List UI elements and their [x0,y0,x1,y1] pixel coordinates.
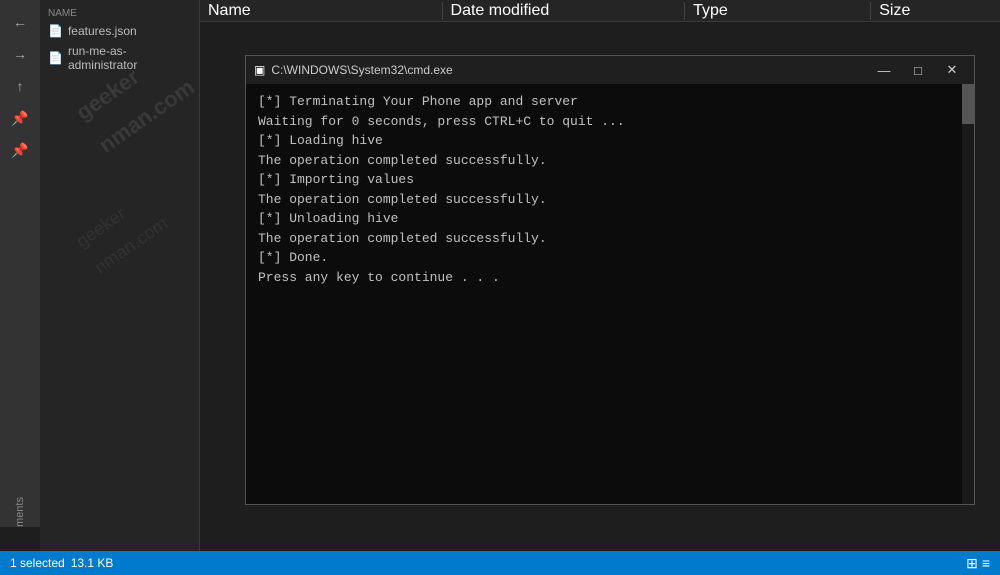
status-right: ⊞ ≡ [966,555,990,572]
cmd-maximize-button[interactable]: □ [904,60,932,80]
file-icon-run: 📄 [48,51,63,65]
cmd-line-5: The operation completed successfully. [258,151,962,171]
sidebar-name-header: Name [40,0,199,21]
left-sidebar: Name 📄 features.json 📄 run-me-as-adminis… [40,0,200,551]
status-bar: 1 selected 13.1 KB ⊞ ≡ [0,551,1000,575]
col-header-date: Date modified [443,2,686,20]
filename-features: features.json [68,24,137,38]
nav-forward-icon[interactable]: → [6,40,34,68]
cmd-line-4: [*] Loading hive [258,131,962,151]
sidebar-item-run[interactable]: 📄 run-me-as-administrator [40,41,199,75]
cmd-line-7: [*] Importing values [258,170,962,190]
left-nav: ← → ↑ 📌 📌 ments [0,0,40,527]
cmd-title-text: C:\WINDOWS\System32\cmd.exe [271,63,864,77]
explorer-body: geekernman.com geekernman.com Name 📄 fea… [40,0,1000,551]
col-header-type: Type [685,2,871,20]
status-left: 1 selected 13.1 KB [10,556,113,570]
nav-ments-label: ments [14,489,26,527]
filename-run: run-me-as-administrator [68,44,191,72]
cmd-line-10: [*] Unloading hive [258,209,962,229]
cmd-content: [*] Terminating Your Phone app and serve… [246,84,974,504]
nav-up-icon[interactable]: ↑ [6,72,34,100]
col-header-name: Name [200,2,443,20]
cmd-titlebar: ▣ C:\WINDOWS\System32\cmd.exe — □ ✕ [246,56,974,84]
status-size-text: 13.1 KB [71,556,114,570]
cmd-line-13: [*] Done. [258,248,962,268]
cmd-line-8: The operation completed successfully. [258,190,962,210]
nav-pin-icon[interactable]: 📌 [6,104,34,132]
main-area: ← → ↑ 📌 📌 ments geekernman.com geekernma… [0,0,1000,551]
cmd-scrollbar[interactable] [962,84,974,504]
cmd-app-icon: ▣ [254,63,265,77]
cmd-line-2: Waiting for 0 seconds, press CTRL+C to q… [258,112,962,132]
nav-pin2-icon[interactable]: 📌 [6,136,34,164]
cmd-close-button[interactable]: ✕ [938,60,966,80]
sidebar-item-features[interactable]: 📄 features.json [40,21,199,41]
file-icon-features: 📄 [48,24,63,38]
cmd-window: ▣ C:\WINDOWS\System32\cmd.exe — □ ✕ [*] … [245,55,975,505]
nav-back-icon[interactable]: ← [6,8,34,36]
status-selected-text: 1 selected [10,556,65,570]
column-headers: Name Date modified Type Size [200,0,1000,22]
col-header-size: Size [871,2,1000,20]
cmd-line-0: [*] Terminating Your Phone app and serve… [258,92,962,112]
cmd-line-11: The operation completed successfully. [258,229,962,249]
status-grid-icon[interactable]: ⊞ [966,555,978,572]
cmd-scrollbar-thumb[interactable] [962,84,974,124]
status-list-icon[interactable]: ≡ [982,555,990,571]
cmd-line-14: Press any key to continue . . . [258,268,962,288]
inner-layout: geekernman.com geekernman.com Name 📄 fea… [40,0,1000,551]
cmd-minimize-button[interactable]: — [870,60,898,80]
